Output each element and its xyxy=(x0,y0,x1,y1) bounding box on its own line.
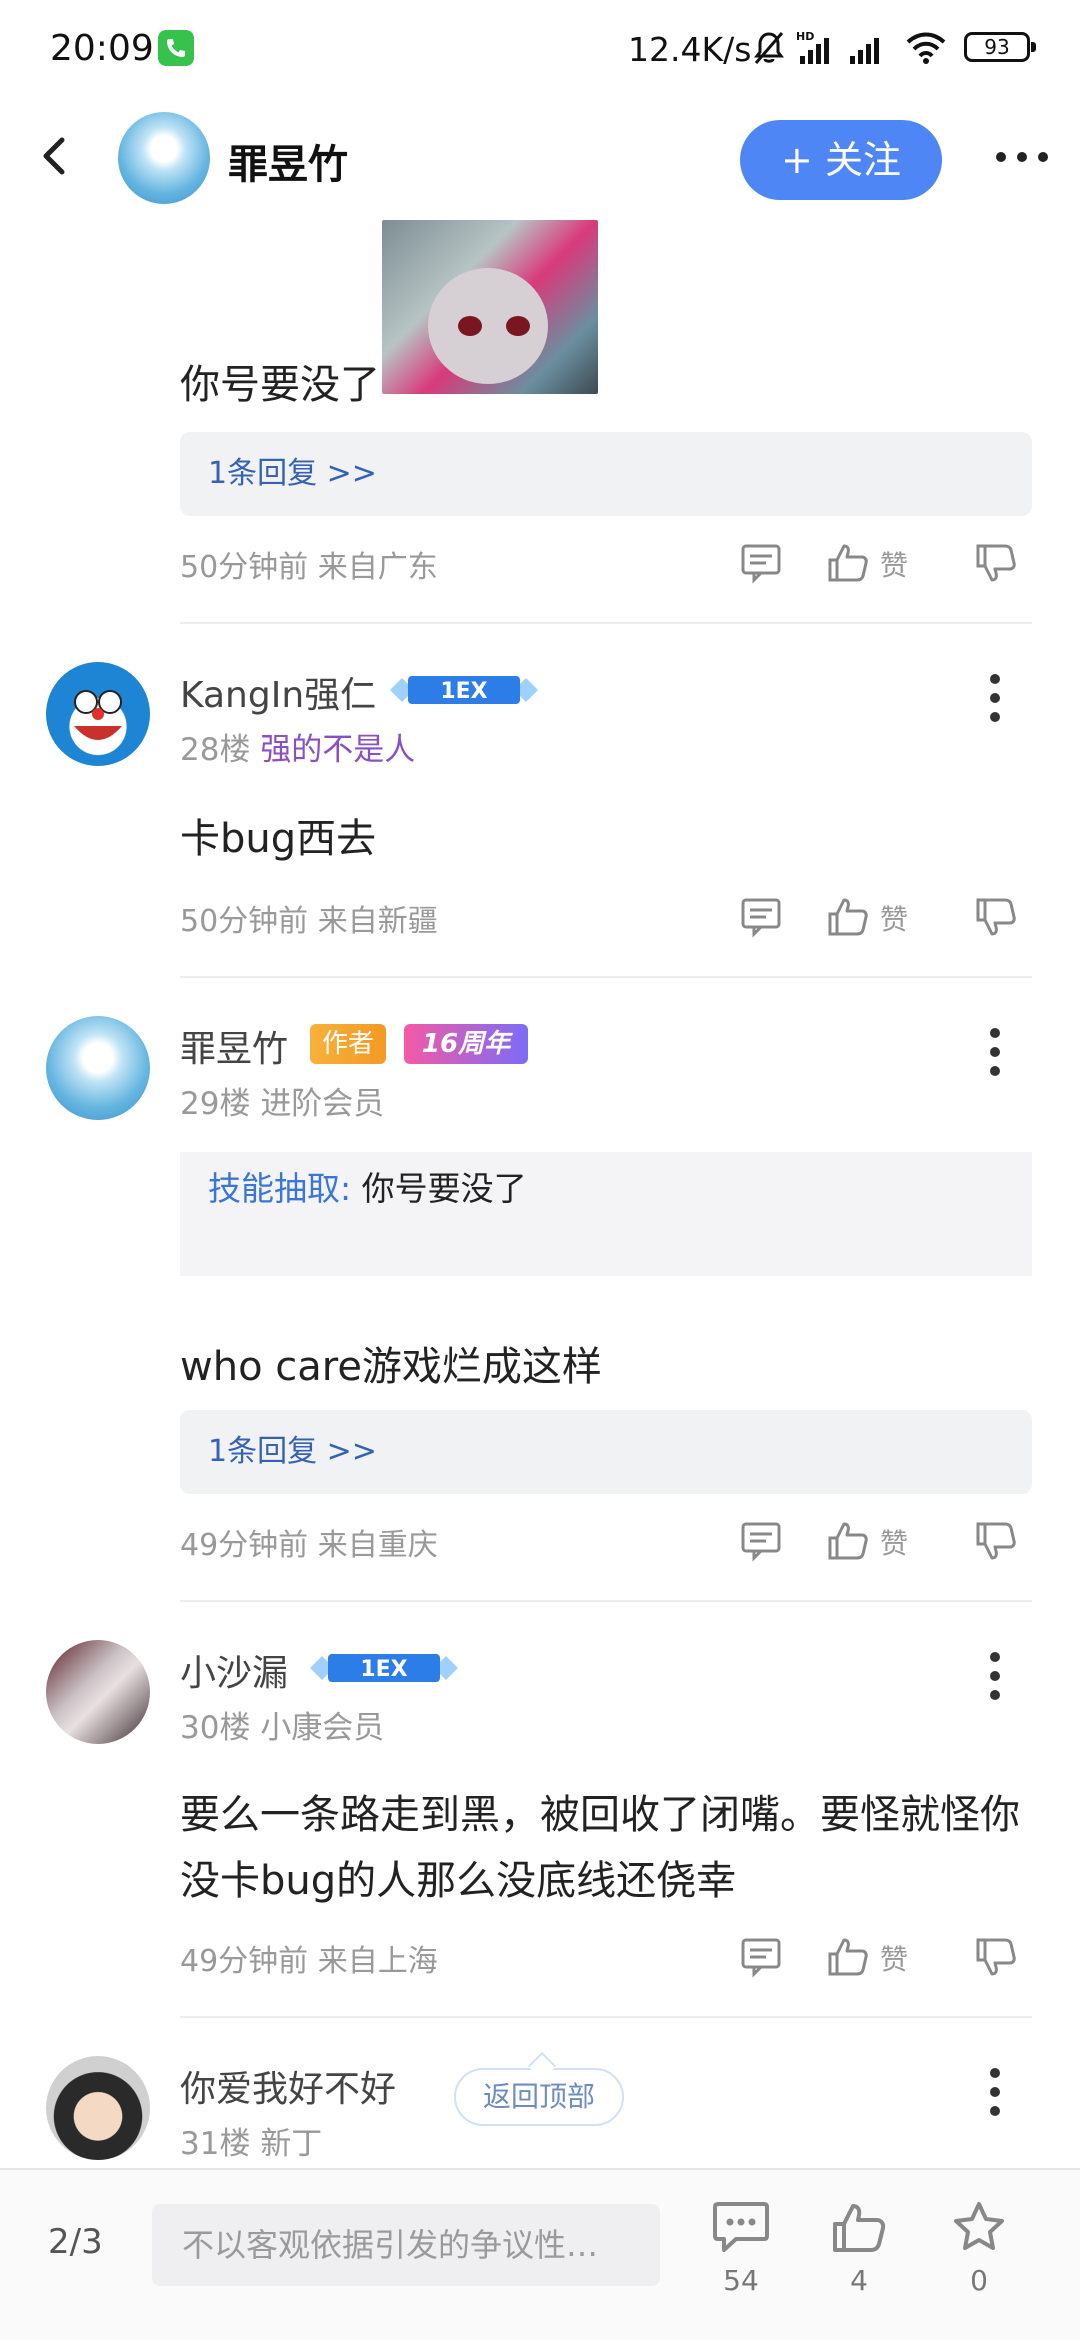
reply-icon[interactable] xyxy=(740,542,782,588)
call-icon xyxy=(158,30,194,66)
page-indicator[interactable]: 2/3 xyxy=(48,2222,103,2262)
floor-number: 29楼 xyxy=(180,1086,251,1122)
user-avatar[interactable] xyxy=(46,2056,150,2160)
like-icon[interactable] xyxy=(826,540,870,588)
star-count: 0 xyxy=(970,2264,988,2297)
dislike-icon[interactable] xyxy=(974,542,1018,590)
floor-number: 28楼 xyxy=(180,732,251,768)
quote-text: 你号要没了 xyxy=(361,1169,527,1208)
author-badge: 作者 xyxy=(310,1024,387,1064)
comment-more-icon[interactable] xyxy=(990,674,1002,722)
floor-number: 31楼 xyxy=(180,2126,251,2162)
floor-number: 30楼 xyxy=(180,1710,251,1746)
star-icon xyxy=(954,2202,1004,2250)
like-icon[interactable] xyxy=(826,1518,870,1566)
member-level: 小康会员 xyxy=(260,1710,385,1746)
author-name[interactable]: 罪昱竹 xyxy=(228,132,348,190)
comment-text: 卡bug西去 xyxy=(180,816,377,862)
like-icon[interactable] xyxy=(826,894,870,942)
floor-info: 30楼 小康会员 xyxy=(180,1702,384,1747)
net-speed: 12.4K/s xyxy=(628,30,752,69)
comment-meta: 50分钟前 来自新疆 xyxy=(180,904,438,939)
more-options-icon[interactable] xyxy=(996,150,1050,164)
comment-more-icon[interactable] xyxy=(990,1028,1002,1076)
favorite-button[interactable]: 0 xyxy=(934,2200,1024,2297)
reply-icon[interactable] xyxy=(740,896,782,942)
dislike-icon[interactable] xyxy=(974,1520,1018,1568)
status-bar: 20:09 12.4K/s HD 93 xyxy=(0,0,1080,96)
user-name[interactable]: KangIn强仁 xyxy=(180,666,376,718)
user-avatar[interactable] xyxy=(46,1016,150,1120)
user-name[interactable]: 罪昱竹 xyxy=(180,1020,288,1072)
divider xyxy=(180,976,1032,978)
thumbs-up-icon xyxy=(833,2204,886,2252)
comments-button[interactable]: 54 xyxy=(696,2200,786,2297)
user-avatar[interactable] xyxy=(46,1640,150,1744)
reply-input[interactable]: 不以客观依据引发的争议性… xyxy=(152,2204,660,2286)
bottom-bar: 2/3 不以客观依据引发的争议性… 54 4 0 xyxy=(0,2168,1080,2340)
battery-indicator: 93 xyxy=(964,32,1036,62)
user-name[interactable]: 你爱我好不好 xyxy=(180,2060,396,2112)
floor-info: 31楼 新丁 xyxy=(180,2118,322,2163)
like-icon[interactable] xyxy=(826,1934,870,1982)
comment-text-line: 没卡bug的人那么没底线还侥幸 xyxy=(180,1858,737,1904)
floor-info: 28楼 强的不是人 xyxy=(180,724,415,769)
sticker-image[interactable] xyxy=(382,220,598,394)
chevron-left-icon xyxy=(43,137,65,175)
sub-reply-link[interactable]: 1条回复 >> xyxy=(180,432,1032,516)
comment-text: 你号要没了 xyxy=(180,362,380,408)
user-avatar[interactable] xyxy=(46,662,150,766)
member-level: 进阶会员 xyxy=(260,1086,385,1122)
divider xyxy=(180,622,1032,624)
reply-icon[interactable] xyxy=(740,1936,782,1982)
thread-header: 罪昱竹 + 关注 xyxy=(0,96,1080,220)
comment-more-icon[interactable] xyxy=(990,2068,1002,2116)
author-avatar[interactable] xyxy=(118,112,210,204)
hd-signal-icon: HD xyxy=(796,30,840,70)
follow-button[interactable]: + 关注 xyxy=(740,120,942,200)
signal-icon xyxy=(846,30,890,70)
level-badge-icon: 1EX xyxy=(306,1648,462,1688)
comment-list[interactable]: 你号要没了 1条回复 >> 50分钟前 来自广东 赞 KangIn强仁 1EX … xyxy=(0,220,1080,2168)
like-label[interactable]: 赞 xyxy=(880,544,908,584)
sub-reply-link[interactable]: 1条回复 >> xyxy=(180,1410,1032,1494)
level-badge-icon: 1EX xyxy=(386,670,542,710)
reply-icon[interactable] xyxy=(740,1520,782,1566)
comment-meta: 49分钟前 来自重庆 xyxy=(180,1528,438,1563)
comment-count: 54 xyxy=(723,2264,759,2297)
comment-more-icon[interactable] xyxy=(990,1652,1002,1700)
like-label[interactable]: 赞 xyxy=(880,1522,908,1562)
like-count: 4 xyxy=(850,2264,868,2297)
quote-block: 技能抽取: 你号要没了 xyxy=(180,1152,1032,1276)
comment-meta: 49分钟前 来自上海 xyxy=(180,1944,438,1979)
dislike-icon[interactable] xyxy=(974,896,1018,944)
quote-source[interactable]: 技能抽取: xyxy=(208,1169,351,1208)
like-thread-button[interactable]: 4 xyxy=(814,2200,904,2297)
svg-text:1EX: 1EX xyxy=(360,1657,407,1682)
divider xyxy=(180,1600,1032,1602)
svg-text:1EX: 1EX xyxy=(440,679,487,704)
user-title-tag: 强的不是人 xyxy=(260,732,416,768)
back-button[interactable] xyxy=(30,130,82,182)
dislike-icon[interactable] xyxy=(974,1936,1018,1984)
user-name[interactable]: 小沙漏 xyxy=(180,1644,288,1696)
back-to-top-button[interactable]: 返回顶部 xyxy=(454,2068,624,2126)
anniversary-badge: 16周年 xyxy=(404,1024,528,1064)
member-level: 新丁 xyxy=(260,2126,323,2162)
wifi-icon xyxy=(904,30,948,70)
mute-bell-icon xyxy=(752,30,786,70)
comment-icon xyxy=(713,2202,769,2252)
floor-info: 29楼 进阶会员 xyxy=(180,1078,384,1123)
svg-text:HD: HD xyxy=(796,30,814,43)
status-time: 20:09 xyxy=(50,28,154,69)
like-label[interactable]: 赞 xyxy=(880,1938,908,1978)
comment-text: who care游戏烂成这样 xyxy=(180,1344,602,1390)
divider xyxy=(180,2016,1032,2018)
comment-text-line: 要么一条路走到黑，被回收了闭嘴。要怪就怪你 xyxy=(180,1792,1020,1838)
like-label[interactable]: 赞 xyxy=(880,898,908,938)
comment-meta: 50分钟前 来自广东 xyxy=(180,550,438,585)
